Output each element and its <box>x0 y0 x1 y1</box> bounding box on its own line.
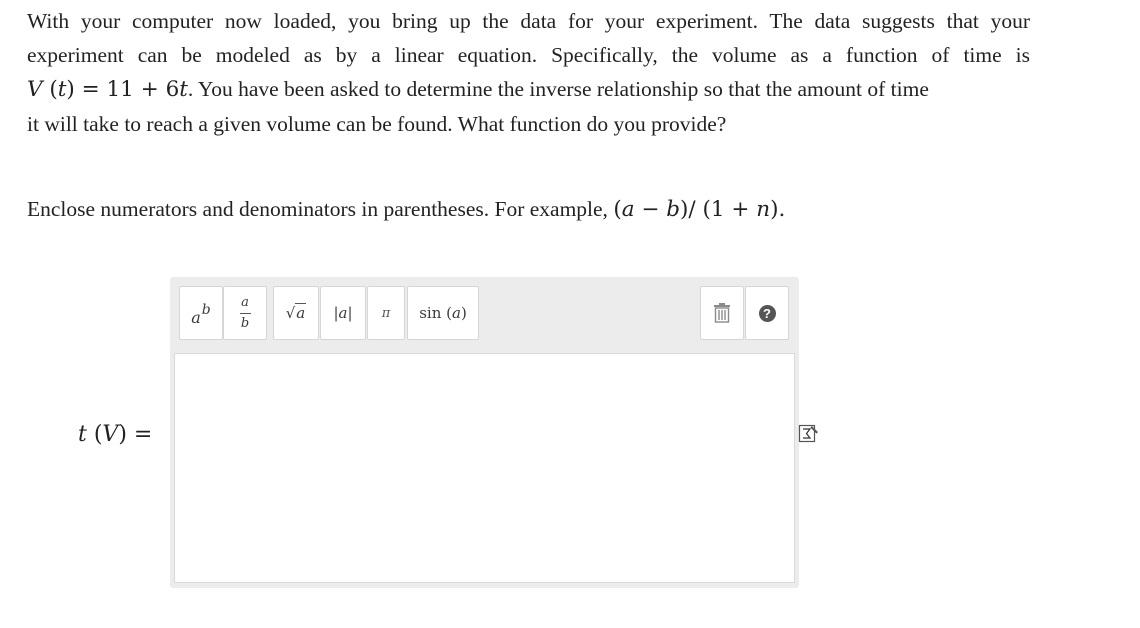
problem-line-3: V (t) = 11 + 6t. You have been asked to … <box>27 77 929 102</box>
sigma-icon[interactable] <box>798 423 819 444</box>
answer-input[interactable] <box>174 353 795 583</box>
instructions: Enclose numerators and denominators in p… <box>27 192 785 227</box>
problem-line-4: it will take to reach a given volume can… <box>27 112 727 136</box>
problem-line-2: experiment can be modeled as by a linear… <box>27 43 1030 67</box>
clear-button[interactable] <box>700 286 744 340</box>
help-button[interactable]: ? <box>745 286 789 340</box>
power-button[interactable]: ab <box>179 286 223 340</box>
fraction-button[interactable]: ab <box>223 286 267 340</box>
math-toolbar: ab ab √a |a| π sin (a) ? <box>178 286 791 340</box>
sin-icon: sin (a) <box>419 304 467 322</box>
trash-icon <box>714 303 730 323</box>
abs-icon: |a| <box>333 304 353 322</box>
sin-button[interactable]: sin (a) <box>407 286 479 340</box>
instructions-example: (a − b)/ (1 + n). <box>613 197 786 222</box>
instructions-text: Enclose numerators and denominators in p… <box>27 197 608 221</box>
abs-button[interactable]: |a| <box>320 286 366 340</box>
volume-equation: V (t) = 11 + 6t <box>27 77 188 102</box>
problem-line-1: With your computer now loaded, you bring… <box>27 9 1030 33</box>
answer-label: t (V) = <box>78 422 153 447</box>
fraction-icon: ab <box>239 294 251 331</box>
problem-statement: With your computer now loaded, you bring… <box>27 4 1033 141</box>
pi-button[interactable]: π <box>367 286 405 340</box>
power-icon: ab <box>191 301 211 327</box>
sqrt-button[interactable]: √a <box>273 286 319 340</box>
sqrt-icon: √a <box>285 303 307 322</box>
pi-icon: π <box>381 305 391 321</box>
math-editor: ab ab √a |a| π sin (a) ? <box>170 277 799 588</box>
help-icon: ? <box>758 304 776 322</box>
